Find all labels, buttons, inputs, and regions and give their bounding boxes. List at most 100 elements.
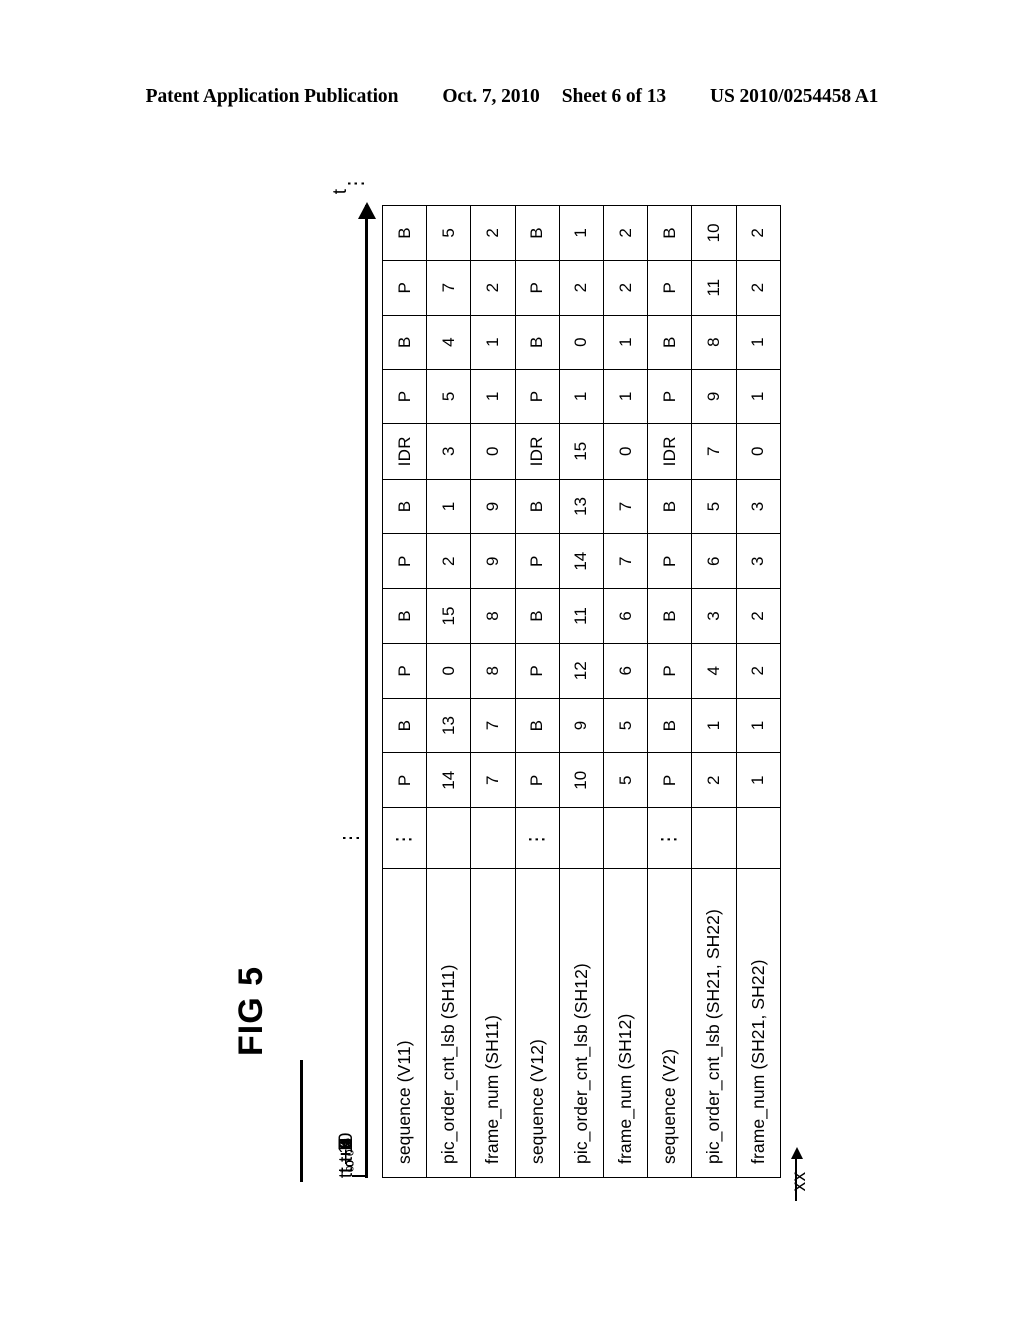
data-cell: 5 (426, 369, 471, 424)
timing-table-body: sequence (V11) ⋮ P B P B P B IDR P B P Bpic_order_cn… (382, 205, 781, 1178)
data-cell: 1 (691, 698, 736, 753)
data-cell: B (515, 479, 560, 534)
data-cell: 2 (603, 260, 648, 316)
data-cell: B (515, 698, 560, 753)
sheet-number: Sheet 6 of 13 (561, 86, 667, 107)
xx-pointer-line (794, 1157, 797, 1202)
data-cell: P (382, 260, 427, 316)
data-cell: 0 (736, 423, 781, 480)
data-cell: B (647, 479, 692, 534)
data-cell: P (515, 369, 560, 424)
data-cell: 4 (691, 643, 736, 699)
table-row: frame_num (SH21, SH22) 1 1 2 2 3 3 0 1 1 2 2 (736, 205, 781, 1178)
row-ellipsis-cell (470, 807, 516, 869)
data-cell: 11 (559, 588, 604, 644)
data-cell: B (382, 315, 427, 370)
leading-ellipsis: ⋮ (340, 825, 362, 849)
data-cell: 11 (691, 260, 736, 316)
data-cell: B (382, 588, 427, 644)
data-cell: 7 (470, 752, 516, 808)
data-cell: 14 (559, 533, 604, 589)
data-cell: 10 (691, 205, 736, 261)
data-cell: 3 (691, 588, 736, 644)
data-cell: 0 (603, 423, 648, 480)
data-cell: P (382, 643, 427, 699)
figure-label: FIG 5 (232, 965, 270, 1056)
table-row: pic_order_cnt_lsb (SH11) 14 13 0 15 2 1 3 5 4 7 5 (426, 205, 471, 1178)
data-cell: B (382, 698, 427, 753)
data-cell: 15 (426, 588, 471, 644)
data-cell: P (382, 752, 427, 808)
data-cell: 8 (691, 315, 736, 370)
data-cell: 9 (691, 369, 736, 424)
data-cell: 1 (736, 752, 781, 808)
data-cell: 2 (470, 260, 516, 316)
data-cell: 7 (603, 479, 648, 534)
axis-tick-label: t₀+10 (336, 1132, 357, 1179)
data-cell: 3 (426, 423, 471, 480)
data-cell: 2 (559, 260, 604, 316)
data-cell: B (382, 205, 427, 261)
data-cell: P (647, 533, 692, 589)
data-cell: P (515, 533, 560, 589)
data-cell: 13 (559, 479, 604, 534)
data-cell: P (647, 369, 692, 424)
patent-header: Patent Application Publication Oct. 7, 2… (0, 86, 1024, 108)
data-cell: 1 (736, 315, 781, 370)
time-axis-line (365, 205, 368, 1178)
row-label: pic_order_cnt_lsb (SH21, SH22) (691, 868, 736, 1178)
data-cell: IDR (647, 423, 692, 480)
time-axis: t ⋮ t₀ t₀+1 t₀+2 t₀+3 t₀+4 t₀+5 t₀+6 t₀+7 t₀+8 t₀… (304, 171, 382, 1179)
data-cell: 9 (559, 698, 604, 753)
row-ellipsis-cell (691, 807, 736, 869)
data-cell: 5 (603, 752, 648, 808)
data-cell: 5 (426, 205, 471, 261)
data-cell: P (382, 369, 427, 424)
data-cell: 13 (426, 698, 471, 753)
data-cell: 7 (603, 533, 648, 589)
data-cell: P (515, 643, 560, 699)
data-cell: B (515, 588, 560, 644)
data-cell: P (382, 533, 427, 589)
data-cell: B (515, 205, 560, 261)
row-label: sequence (V11) (382, 868, 427, 1178)
row-ellipsis-cell (426, 807, 471, 869)
data-cell: B (647, 315, 692, 370)
data-cell: 0 (470, 423, 516, 480)
patent-number: US 2010/0254458 A1 (710, 86, 879, 107)
data-cell: 9 (470, 533, 516, 589)
data-cell: 2 (603, 205, 648, 261)
data-cell: 2 (736, 588, 781, 644)
row-label: pic_order_cnt_lsb (SH11) (426, 868, 471, 1178)
data-cell: 1 (736, 698, 781, 753)
data-cell: 8 (470, 588, 516, 644)
data-cell: 2 (470, 205, 516, 261)
row-label: frame_num (SH12) (603, 868, 648, 1178)
data-cell: P (647, 643, 692, 699)
data-cell: 12 (559, 643, 604, 699)
data-cell: B (382, 479, 427, 534)
data-cell: 1 (603, 369, 648, 424)
data-cell: 6 (603, 643, 648, 699)
xx-annotation-label: xx (789, 1171, 810, 1192)
data-cell: 0 (559, 315, 604, 370)
row-label: pic_order_cnt_lsb (SH12) (559, 868, 604, 1178)
data-cell: 3 (736, 533, 781, 589)
data-cell: 1 (559, 369, 604, 424)
row-ellipsis-cell (559, 807, 604, 869)
row-ellipsis-cell: ⋮ (382, 807, 427, 869)
data-cell: 7 (426, 260, 471, 316)
data-cell: 5 (603, 698, 648, 753)
data-cell: 3 (736, 479, 781, 534)
data-cell: 2 (736, 260, 781, 316)
xx-pointer-arrow-icon (790, 1147, 803, 1160)
table-row: sequence (V2) ⋮ P B P B P B IDR P B P B (647, 205, 692, 1178)
data-cell: IDR (515, 423, 560, 480)
data-cell: 5 (691, 479, 736, 534)
data-cell: 6 (603, 588, 648, 644)
data-cell: 1 (470, 369, 516, 424)
figure-drawing: t ⋮ t₀ t₀+1 t₀+2 t₀+3 t₀+4 t₀+5 t₀+6 t₀+7 t₀+8 t₀… (330, 171, 810, 1202)
data-cell: P (515, 260, 560, 316)
data-cell: B (647, 698, 692, 753)
table-row: pic_order_cnt_lsb (SH12) 10 9 12 11 14 13 15 1 0 2… (559, 205, 604, 1178)
